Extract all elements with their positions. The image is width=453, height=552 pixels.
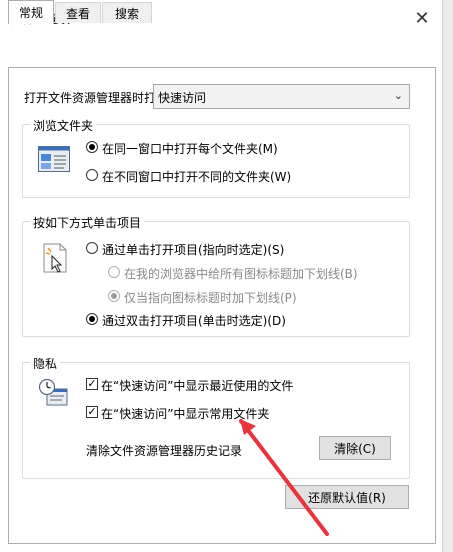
option-different-window-label: 在不同窗口中打开不同的文件夹(W) — [102, 170, 292, 184]
checkbox-frequent-folders[interactable]: ✓ — [86, 406, 98, 418]
option-single-click-label: 通过单击打开项目(指向时选定)(S) — [102, 243, 285, 257]
privacy-label: 隐私 — [30, 355, 61, 372]
tab-search-label: 搜索 — [114, 6, 139, 21]
folder-options-dialog: 文件夹选项 ✕ 常规 查看 搜索 打开文件资源管理器时打 快速访问 ⌄ 浏览文件… — [0, 0, 443, 552]
option-underline-always-label: 在我的浏览器中给所有图标标题加下划线(B) — [124, 267, 358, 281]
open-explorer-value: 快速访问 — [158, 91, 207, 105]
background-strip — [443, 0, 453, 552]
option-recent-files-label: 在“快速访问”中显示最近使用的文件 — [101, 379, 294, 393]
radio-single-click[interactable] — [86, 242, 98, 254]
browse-folders-label: 浏览文件夹 — [30, 117, 97, 134]
close-icon[interactable]: ✕ — [408, 4, 436, 32]
tab-view[interactable]: 查看 — [55, 2, 101, 23]
checkbox-recent-files[interactable]: ✓ — [86, 378, 98, 390]
tab-search[interactable]: 搜索 — [102, 2, 152, 23]
clear-history-label: 清除文件资源管理器历史记录 — [86, 444, 243, 458]
restore-defaults-button[interactable]: 还原默认值(R) — [285, 485, 409, 509]
option-frequent-folders-label: 在“快速访问”中显示常用文件夹 — [101, 407, 270, 421]
radio-underline-always[interactable] — [108, 266, 120, 278]
radio-double-click[interactable] — [86, 313, 98, 325]
option-underline-hover-label: 仅当指向图标标题时加下划线(P) — [124, 291, 297, 305]
chevron-down-icon: ⌄ — [393, 89, 403, 102]
privacy-clock-icon — [38, 378, 70, 411]
browse-folders-group — [22, 124, 410, 198]
radio-same-window[interactable] — [86, 141, 98, 153]
click-items-label: 按如下方式单击项目 — [30, 214, 145, 231]
open-explorer-label: 打开文件资源管理器时打 — [24, 91, 157, 105]
open-explorer-select[interactable]: 快速访问 ⌄ — [153, 84, 410, 109]
radio-underline-hover[interactable] — [108, 290, 120, 302]
browse-folders-icon — [38, 146, 70, 175]
radio-different-window[interactable] — [86, 169, 98, 181]
tab-general-label: 常规 — [18, 6, 43, 20]
clear-button[interactable]: 清除(C) — [319, 436, 391, 460]
tab-view-label: 查看 — [65, 6, 90, 21]
option-same-window-label: 在同一窗口中打开每个文件夹(M) — [102, 142, 278, 156]
pointer-hand-icon — [42, 242, 70, 277]
option-double-click-label: 通过双击打开项目(单击时选定)(D) — [102, 314, 286, 328]
tab-general[interactable]: 常规 — [8, 0, 54, 24]
